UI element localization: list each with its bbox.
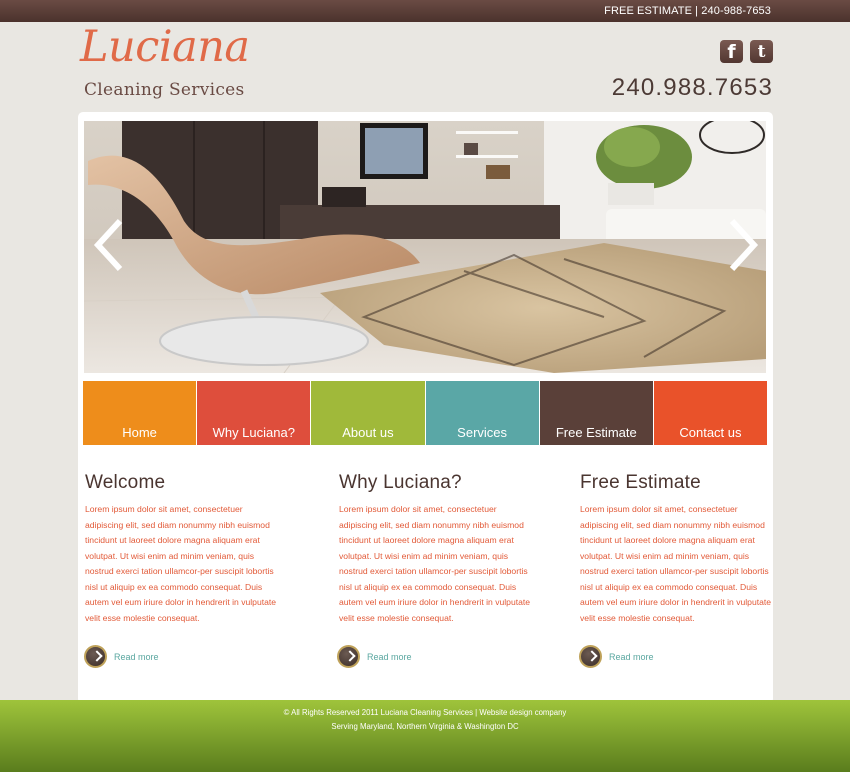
facebook-icon[interactable]: f	[720, 40, 743, 63]
nav-about-us[interactable]: About us	[311, 381, 425, 445]
arrow-left-icon[interactable]	[90, 217, 130, 273]
footer-service-area: Serving Maryland, Northern Virginia & Wa…	[331, 722, 519, 731]
nav-why-luciana[interactable]: Why Luciana?	[197, 381, 311, 445]
read-more-label: Read more	[367, 651, 412, 662]
nav-why-luciana-label: Why Luciana?	[212, 425, 295, 440]
why-luciana-title: Why Luciana?	[339, 472, 462, 493]
nav-contact-us-label: Contact us	[679, 425, 742, 440]
nav-free-estimate[interactable]: Free Estimate	[539, 381, 653, 445]
header-phone: 240.988.7653	[611, 74, 773, 101]
hero-slideshow[interactable]	[84, 121, 766, 373]
read-more-arrow-icon	[579, 645, 602, 668]
top-bar: FREE ESTIMATE | 240-988-7653	[0, 0, 850, 22]
top-bar-estimate-phone[interactable]: FREE ESTIMATE | 240-988-7653	[604, 5, 771, 17]
read-more-arrow-icon	[337, 645, 360, 668]
nav-about-us-label: About us	[342, 425, 394, 440]
free-estimate-read-more[interactable]: Read more	[579, 645, 654, 668]
free-estimate-text: Lorem ipsum dolor sit amet, consectetuer…	[580, 504, 772, 623]
footer: © All Rights Reserved 2011 Luciana Clean…	[0, 700, 850, 772]
free-estimate-title: Free Estimate	[580, 472, 701, 493]
main-nav: Home Why Luciana? About us Services Free…	[83, 381, 768, 445]
nav-contact-us[interactable]: Contact us	[653, 381, 768, 445]
nav-free-estimate-label: Free Estimate	[555, 425, 637, 440]
nav-services-label: Services	[457, 425, 508, 440]
welcome-text: Lorem ipsum dolor sit amet, consectetuer…	[85, 504, 277, 623]
footer-copyright: © All Rights Reserved 2011 Luciana Clean…	[283, 708, 567, 717]
why-luciana-read-more[interactable]: Read more	[337, 645, 412, 668]
welcome-read-more[interactable]: Read more	[84, 645, 159, 668]
logo-script[interactable]: Luciana	[80, 22, 250, 72]
why-luciana-text: Lorem ipsum dolor sit amet, consectetuer…	[339, 504, 531, 623]
arrow-right-icon[interactable]	[722, 217, 762, 273]
read-more-arrow-icon	[84, 645, 107, 668]
read-more-label: Read more	[114, 651, 159, 662]
twitter-icon[interactable]: t	[750, 40, 773, 63]
free-estimate-column: Free Estimate Lorem ipsum dolor sit amet…	[580, 472, 780, 626]
read-more-label: Read more	[609, 651, 654, 662]
welcome-column: Welcome Lorem ipsum dolor sit amet, cons…	[85, 472, 285, 626]
nav-home-label: Home	[122, 425, 157, 440]
welcome-title: Welcome	[85, 472, 166, 493]
nav-home[interactable]: Home	[83, 381, 197, 445]
logo-subtitle: Cleaning Services	[84, 80, 245, 100]
nav-services[interactable]: Services	[425, 381, 539, 445]
hero-image	[84, 121, 766, 373]
why-luciana-column: Why Luciana? Lorem ipsum dolor sit amet,…	[339, 472, 539, 626]
